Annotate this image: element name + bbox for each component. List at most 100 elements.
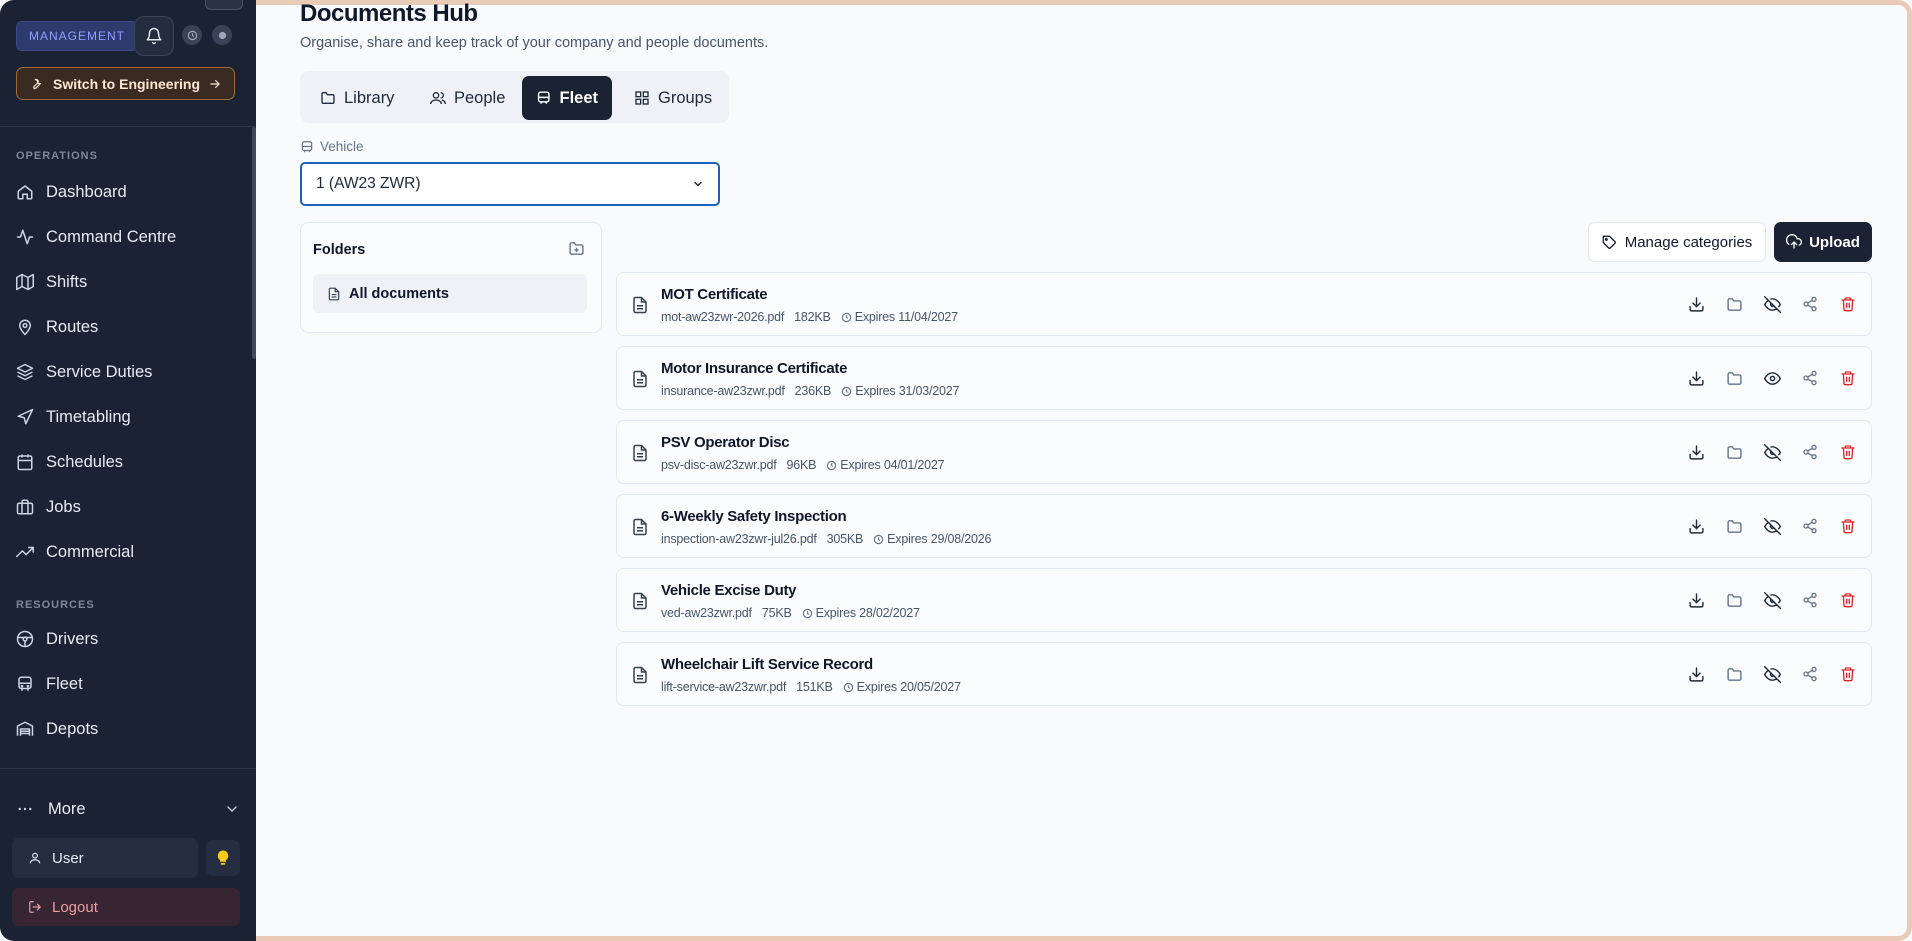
document-actions — [1669, 589, 1859, 611]
nav-item-fleet[interactable]: Fleet — [16, 666, 240, 702]
manage-categories-button[interactable]: Manage categories — [1588, 222, 1766, 262]
clock-icon — [187, 30, 197, 40]
file-text-icon — [328, 287, 340, 300]
move-to-folder-button[interactable] — [1723, 441, 1745, 463]
delete-button[interactable] — [1837, 589, 1859, 611]
document-filename: inspection-aw23zwr-jul26.pdf — [661, 532, 817, 546]
move-to-folder-button[interactable] — [1723, 293, 1745, 315]
bus-icon — [301, 140, 313, 152]
trending-up-icon — [16, 546, 34, 558]
download-icon — [1688, 592, 1704, 608]
share-button[interactable] — [1799, 589, 1821, 611]
nav-item-routes[interactable]: Routes — [16, 309, 240, 345]
tab-people[interactable]: People — [416, 76, 519, 120]
share-button[interactable] — [1799, 515, 1821, 537]
visibility-toggle-button[interactable] — [1761, 515, 1783, 537]
download-button[interactable] — [1685, 515, 1707, 537]
nav-item-drivers[interactable]: Drivers — [16, 621, 240, 657]
share-button[interactable] — [1799, 367, 1821, 389]
share-icon — [1803, 518, 1817, 534]
notifications-button[interactable] — [134, 16, 174, 56]
visibility-toggle-button[interactable] — [1761, 293, 1783, 315]
delete-button[interactable] — [1837, 441, 1859, 463]
nav-label: Service Duties — [46, 362, 153, 381]
share-icon — [1803, 370, 1817, 386]
document-row[interactable]: Vehicle Excise Duty ved-aw23zwr.pdf 75KB… — [616, 568, 1872, 632]
switch-to-engineering-button[interactable]: Switch to Engineering — [16, 67, 235, 100]
document-size: 305KB — [826, 532, 864, 546]
nav-item-shifts[interactable]: Shifts — [16, 264, 240, 300]
folder-plus-icon — [569, 242, 584, 255]
nav-item-depots[interactable]: Depots — [16, 711, 240, 747]
nav-item-schedules[interactable]: Schedules — [16, 444, 240, 480]
download-button[interactable] — [1685, 367, 1707, 389]
nav-item-service-duties[interactable]: Service Duties — [16, 354, 240, 390]
document-row[interactable]: MOT Certificate mot-aw23zwr-2026.pdf 182… — [616, 272, 1872, 336]
tab-library[interactable]: Library — [306, 76, 408, 120]
user-label: User — [52, 849, 84, 867]
user-profile-button[interactable]: User — [12, 838, 198, 878]
new-folder-button[interactable] — [568, 240, 585, 262]
nav-item-timetabling[interactable]: Timetabling — [16, 399, 240, 435]
download-icon — [1688, 666, 1704, 682]
clock-status-button[interactable] — [182, 25, 202, 45]
logout-button[interactable]: Logout — [12, 888, 240, 926]
folder-all-documents[interactable]: All documents — [313, 274, 587, 313]
share-button[interactable] — [1799, 441, 1821, 463]
document-row[interactable]: Motor Insurance Certificate insurance-aw… — [616, 346, 1872, 410]
nav-label: Jobs — [46, 497, 81, 516]
tab-groups[interactable]: Groups — [620, 76, 726, 120]
document-row[interactable]: 6-Weekly Safety Inspection inspection-aw… — [616, 494, 1872, 558]
trash-icon — [1841, 593, 1855, 608]
clock-icon — [841, 312, 851, 322]
collapse-sidebar-button[interactable] — [205, 0, 243, 10]
share-icon — [1803, 296, 1817, 312]
more-label: More — [48, 799, 86, 818]
download-icon — [1688, 296, 1704, 312]
nav-item-command-centre[interactable]: Command Centre — [16, 219, 240, 255]
download-button[interactable] — [1685, 441, 1707, 463]
document-row[interactable]: PSV Operator Disc psv-disc-aw23zwr.pdf 9… — [616, 420, 1872, 484]
visibility-toggle-button[interactable] — [1761, 367, 1783, 389]
move-to-folder-button[interactable] — [1723, 515, 1745, 537]
logout-label: Logout — [52, 898, 98, 916]
users-icon — [430, 92, 446, 105]
file-text-icon — [631, 443, 649, 468]
document-row[interactable]: Wheelchair Lift Service Record lift-serv… — [616, 642, 1872, 706]
download-button[interactable] — [1685, 589, 1707, 611]
visibility-toggle-button[interactable] — [1761, 441, 1783, 463]
delete-button[interactable] — [1837, 515, 1859, 537]
tab-fleet[interactable]: Fleet — [522, 76, 612, 120]
move-to-folder-button[interactable] — [1723, 589, 1745, 611]
delete-button[interactable] — [1837, 663, 1859, 685]
download-button[interactable] — [1685, 293, 1707, 315]
share-button[interactable] — [1799, 663, 1821, 685]
download-button[interactable] — [1685, 663, 1707, 685]
share-button[interactable] — [1799, 293, 1821, 315]
upload-button[interactable]: Upload — [1774, 222, 1872, 262]
nav-item-commercial[interactable]: Commercial — [16, 534, 240, 570]
tag-icon — [1602, 235, 1616, 249]
move-to-folder-button[interactable] — [1723, 663, 1745, 685]
delete-button[interactable] — [1837, 367, 1859, 389]
document-meta: inspection-aw23zwr-jul26.pdf 305KB Expir… — [661, 532, 991, 546]
vehicle-select[interactable]: 1 (AW23 ZWR) — [300, 162, 720, 206]
status-dot-button[interactable] — [212, 25, 232, 45]
app-window: MANAGEMENT Switch to Engineering OPERATI… — [0, 0, 1912, 941]
move-to-folder-button[interactable] — [1723, 367, 1745, 389]
document-filename: insurance-aw23zwr.pdf — [661, 384, 785, 398]
nav-item-dashboard[interactable]: Dashboard — [16, 174, 240, 210]
nav-item-jobs[interactable]: Jobs — [16, 489, 240, 525]
upload-cloud-icon — [1786, 234, 1803, 249]
nav-label: Drivers — [46, 629, 99, 648]
tips-button[interactable] — [206, 840, 240, 876]
document-actions — [1669, 367, 1859, 389]
visibility-toggle-button[interactable] — [1761, 589, 1783, 611]
nav-label: Schedules — [46, 452, 124, 471]
visibility-toggle-button[interactable] — [1761, 663, 1783, 685]
more-menu-toggle[interactable]: More — [16, 791, 240, 827]
file-text-icon — [631, 591, 649, 616]
clock-icon — [841, 386, 852, 396]
delete-button[interactable] — [1837, 293, 1859, 315]
document-title: Wheelchair Lift Service Record — [661, 656, 873, 673]
